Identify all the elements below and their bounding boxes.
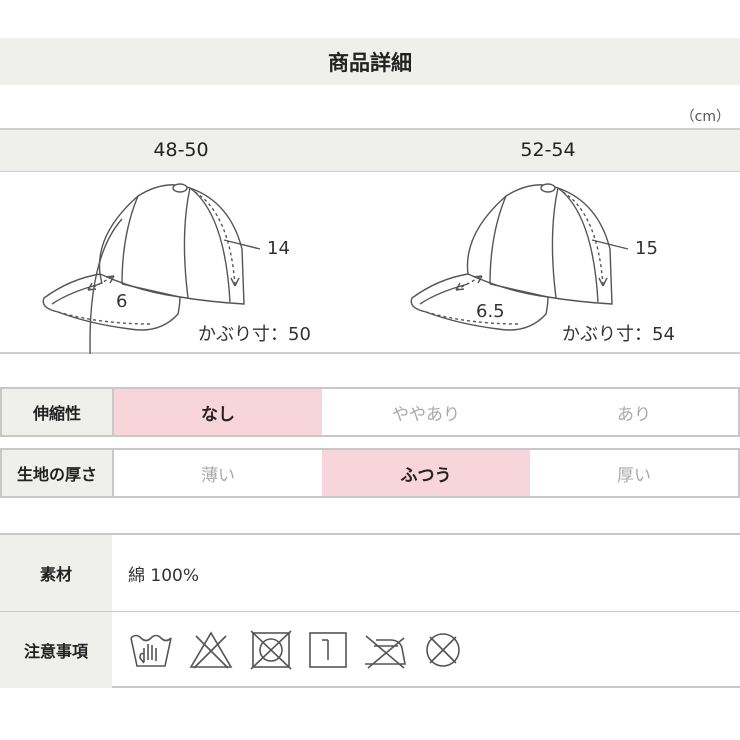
head-circumference-label: かぶり寸：54: [562, 324, 675, 345]
no-tumble-dry-icon: [250, 630, 292, 670]
size-table-header: 48-50 52-54: [0, 130, 740, 172]
brim-length-label: 6.5: [476, 301, 505, 322]
unit-label: （cm）: [680, 109, 730, 125]
iron-low-icon: [365, 635, 406, 669]
size-name: 48-50: [153, 139, 209, 161]
cap-diagram: 14 6 かぶり寸：50: [42, 183, 311, 354]
stretch-option-slight: ややあり: [392, 404, 460, 425]
material-row: 素材 綿 100%: [0, 535, 740, 611]
thickness-label: 生地の厚さ: [2, 450, 114, 496]
crown-height-label: 15: [635, 238, 658, 259]
care-icons: [112, 612, 740, 688]
page-title: 商品詳細: [0, 38, 740, 85]
thickness-option-normal: ふつう: [322, 450, 530, 496]
stretch-option-none: なし: [114, 389, 322, 435]
thickness-row: 生地の厚さ 薄い ふつう 厚い: [0, 448, 740, 498]
material-value: 綿 100%: [128, 565, 200, 586]
thickness-option-thick: 厚い: [617, 465, 651, 486]
line-dry-icon: [309, 632, 347, 668]
no-bleach-icon: [189, 631, 233, 669]
size-table: 48-50 52-54 14 6 かぶり寸：50 15 6.5 かぶり寸：54: [0, 128, 740, 354]
size-name: 52-54: [520, 139, 576, 161]
info-table: 素材 綿 100% 注意事項: [0, 533, 740, 688]
no-dry-clean-icon: [426, 633, 460, 667]
crown-height-label: 14: [267, 238, 290, 259]
care-label: 注意事項: [0, 612, 112, 688]
hand-wash-icon: [130, 634, 172, 667]
stretch-label: 伸縮性: [2, 389, 114, 435]
stretch-option-yes: あり: [617, 404, 651, 425]
head-circumference-label: かぶり寸：50: [198, 324, 311, 345]
cap-diagram: 15 6.5 かぶり寸：54: [410, 183, 675, 345]
thickness-option-thin: 薄い: [201, 465, 235, 486]
material-label: 素材: [0, 535, 112, 611]
care-row: 注意事項: [0, 612, 740, 688]
stretch-row: 伸縮性 なし ややあり あり: [0, 387, 740, 437]
brim-length-label: 6: [116, 291, 127, 312]
